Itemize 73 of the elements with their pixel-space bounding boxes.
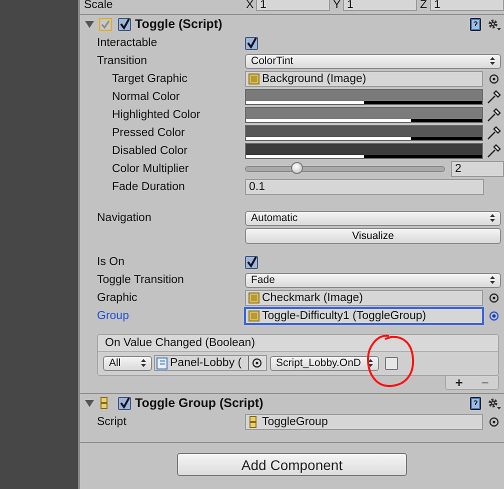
- script-icon: [156, 356, 168, 370]
- dropdown[interactable]: Fade: [245, 272, 501, 288]
- object-picker-icon[interactable]: [252, 358, 262, 368]
- image-icon: [248, 292, 260, 304]
- help-book-icon[interactable]: [470, 396, 481, 410]
- number-field[interactable]: 1: [256, 0, 330, 11]
- eyedropper-icon[interactable]: [486, 144, 501, 158]
- component-icon: [99, 18, 112, 30]
- function-dropdown[interactable]: Script_Lobby.OnD: [270, 356, 379, 370]
- dropdown[interactable]: Automatic: [245, 210, 501, 226]
- dropdown[interactable]: ColorTint: [245, 54, 501, 68]
- object-field[interactable]: Checkmark (Image): [245, 290, 483, 306]
- field-label: Disabled Color: [112, 145, 188, 157]
- add-component-button[interactable]: Add Component: [177, 453, 407, 476]
- object-field[interactable]: Background (Image): [245, 71, 483, 87]
- field-label: Is On: [97, 256, 126, 268]
- object-field[interactable]: ToggleGroup: [245, 414, 483, 430]
- field-label: Normal Color: [112, 91, 181, 103]
- number-field[interactable]: 1: [343, 0, 417, 11]
- field-label: Scale: [84, 0, 114, 11]
- field-label: Color Multiplier: [112, 163, 190, 175]
- color-field[interactable]: [245, 125, 483, 141]
- object-field[interactable]: Toggle-Difficulty1 (ToggleGroup): [245, 308, 483, 324]
- component-title: Toggle Group (Script): [135, 396, 264, 410]
- image-icon: [248, 310, 260, 322]
- field-label: Script: [97, 416, 128, 428]
- object-field[interactable]: Panel-Lobby (: [154, 355, 267, 371]
- component-title: Toggle (Script): [135, 17, 222, 31]
- updown-arrow-icon: [489, 275, 496, 285]
- updown-arrow-icon: [367, 358, 374, 368]
- checkbox[interactable]: [118, 396, 131, 410]
- checkbox[interactable]: [245, 256, 258, 268]
- axis-label: Y: [333, 0, 342, 11]
- axis-label: X: [246, 0, 255, 11]
- field-label: Interactable: [97, 37, 158, 49]
- slider-thumb[interactable]: [291, 162, 304, 174]
- field-label: Graphic: [97, 292, 138, 304]
- image-icon: [248, 73, 260, 85]
- gear-icon[interactable]: [487, 18, 501, 30]
- field-label: Highlighted Color: [112, 109, 202, 121]
- visualize-button[interactable]: Visualize: [245, 228, 501, 244]
- field-label: Navigation: [97, 212, 152, 224]
- help-book-icon[interactable]: [470, 18, 481, 30]
- checkbox[interactable]: [118, 18, 131, 30]
- object-picker-icon[interactable]: [489, 74, 499, 84]
- field-label: Pressed Color: [112, 127, 186, 139]
- updown-arrow-icon: [489, 56, 496, 66]
- color-field[interactable]: [245, 89, 483, 105]
- checkbox[interactable]: [245, 36, 258, 50]
- field-label: Fade Duration: [112, 181, 186, 193]
- gear-icon[interactable]: [487, 396, 501, 410]
- field-label: Group: [97, 310, 130, 322]
- number-field[interactable]: 0.1: [245, 179, 484, 195]
- field-label: Target Graphic: [112, 73, 188, 85]
- eyedropper-icon[interactable]: [486, 90, 501, 104]
- number-field[interactable]: 1: [430, 0, 504, 11]
- runtime-dropdown[interactable]: All: [103, 356, 152, 370]
- color-field[interactable]: [245, 143, 483, 159]
- add-button[interactable]: +: [446, 376, 472, 389]
- field-label: Toggle Transition: [97, 274, 185, 286]
- number-field[interactable]: 2: [451, 161, 504, 177]
- axis-label: Z: [420, 0, 428, 11]
- event-title: On Value Changed (Boolean): [98, 335, 498, 352]
- eyedropper-icon[interactable]: [486, 126, 501, 140]
- eyedropper-icon[interactable]: [486, 108, 501, 122]
- field-label: Transition: [97, 55, 148, 67]
- updown-arrow-icon: [489, 213, 496, 223]
- checkbox[interactable]: [385, 356, 398, 370]
- triangle-icon[interactable]: [85, 20, 94, 28]
- triangle-icon[interactable]: [85, 398, 94, 408]
- object-picker-icon[interactable]: [489, 417, 499, 427]
- updown-arrow-icon: [140, 358, 147, 368]
- color-field[interactable]: [245, 107, 483, 123]
